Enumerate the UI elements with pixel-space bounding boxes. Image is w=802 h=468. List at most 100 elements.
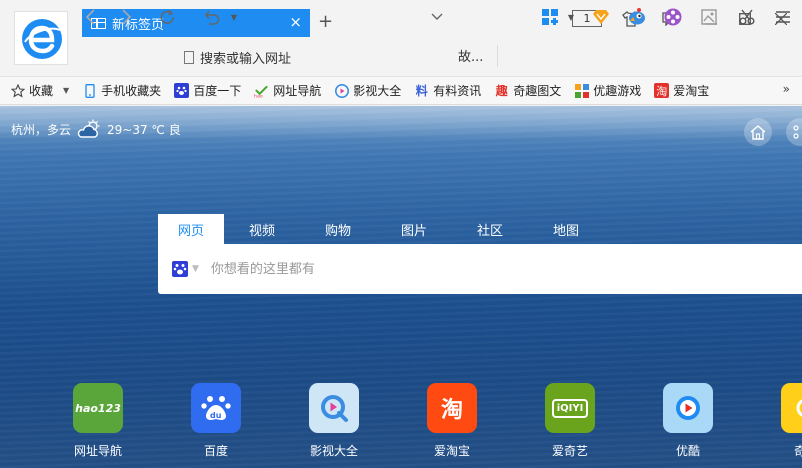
quick-link-video[interactable]: 影视大全 — [289, 383, 379, 459]
quick-link-hao123[interactable]: hao123 网址导航 — [53, 383, 143, 459]
undo-icon — [204, 11, 219, 25]
title-bar: 新标签页 × + 1 ▼ 搜索或输入网址 故... ▼ — [0, 0, 802, 74]
bookmark-label: 优趣游戏 — [593, 84, 642, 98]
image-tool-button[interactable] — [698, 6, 720, 28]
scissors-icon — [739, 9, 755, 25]
search-field: ▼ — [158, 244, 802, 294]
grid-dots-icon — [793, 125, 799, 139]
youku-icon — [663, 383, 713, 433]
quick-link-qiqu[interactable]: 奇趣 — [761, 383, 802, 459]
search-tab-video[interactable]: 视频 — [224, 214, 300, 244]
engine-dropdown-icon[interactable]: ▼ — [192, 264, 199, 274]
page-icon — [184, 50, 194, 64]
bookmark-label: 百度一下 — [193, 84, 242, 98]
back-button[interactable] — [80, 6, 100, 28]
quick-link-label: 爱淘宝 — [433, 444, 470, 458]
bookmark-favorites[interactable]: 收藏 ▼ — [10, 82, 69, 99]
apps-grid-icon — [542, 9, 558, 25]
search-engine-selector[interactable]: 故... — [458, 46, 483, 65]
bird-icon — [629, 11, 645, 25]
undo-dropdown-icon[interactable]: ▼ — [228, 6, 240, 28]
baidu-paw-icon[interactable] — [172, 261, 188, 277]
chevron-down-icon — [431, 13, 443, 20]
hao-icon: hao — [254, 83, 269, 98]
quick-link-youku[interactable]: 优酷 — [643, 383, 733, 459]
new-tab-button[interactable]: + — [318, 11, 333, 32]
quick-link-label: 优酷 — [675, 444, 700, 458]
refresh-icon — [160, 9, 174, 24]
film-reel-icon — [664, 8, 682, 26]
search-tabs: 网页 视频 购物 图片 社区 地图 — [158, 214, 604, 244]
search-tab-images[interactable]: 图片 — [376, 214, 452, 244]
quick-links: hao123 网址导航 du 百度 影视大全 淘 爱淘宝 iQIYI 爱奇艺 优… — [0, 383, 802, 468]
baidu-paw-icon — [174, 83, 190, 98]
qu-icon: 趣 — [495, 84, 508, 98]
bookmark-video[interactable]: 影视大全 — [334, 82, 401, 99]
bookmark-news[interactable]: 料 有料资讯 — [414, 82, 482, 99]
address-bar[interactable]: 搜索或输入网址 — [178, 40, 446, 74]
search-tab-community[interactable]: 社区 — [452, 214, 528, 244]
bird-extension-button[interactable] — [626, 6, 648, 28]
search-tab-map[interactable]: 地图 — [528, 214, 604, 244]
hao123-icon: hao123 — [73, 383, 123, 433]
search-input[interactable] — [210, 261, 631, 277]
svg-text:du: du — [210, 411, 222, 420]
bookmarks-more-button[interactable]: » — [783, 82, 790, 96]
taobao-icon: 淘 — [654, 83, 670, 98]
svg-text:hao: hao — [254, 93, 263, 97]
bookmark-qiqu[interactable]: 趣 奇趣图文 — [494, 82, 562, 99]
quick-link-label: 网址导航 — [73, 444, 122, 458]
undo-close-button[interactable] — [200, 6, 222, 28]
bookmark-hao-nav[interactable]: hao 网址导航 — [254, 82, 321, 99]
star-icon — [10, 83, 25, 98]
menu-button[interactable] — [772, 6, 794, 28]
quick-link-label: 影视大全 — [309, 444, 358, 458]
phone-icon — [82, 83, 97, 98]
address-input[interactable]: 搜索或输入网址 — [200, 48, 291, 67]
bookmark-label: 奇趣图文 — [513, 84, 562, 98]
address-dropdown-button[interactable] — [428, 6, 446, 28]
forward-arrow-icon — [122, 9, 132, 25]
hamburger-menu-icon — [776, 11, 790, 23]
game-icon — [574, 83, 589, 98]
home-button[interactable] — [744, 118, 772, 146]
bookmark-label: 收藏 — [29, 84, 54, 98]
search-box: 网页 视频 购物 图片 社区 地图 ▼ — [158, 214, 802, 294]
back-arrow-icon — [85, 9, 95, 25]
quick-link-label: 爱奇艺 — [551, 444, 588, 458]
vip-button[interactable] — [590, 6, 612, 28]
bookmark-label: 网址导航 — [273, 84, 322, 98]
bookmarks-bar: 收藏 ▼ 手机收藏夹 百度一下 hao 网址导航 影视大全 料 有料资讯 趣 奇… — [0, 76, 802, 105]
quick-link-baidu[interactable]: du 百度 — [171, 383, 261, 459]
quick-link-taobao[interactable]: 淘 爱淘宝 — [407, 383, 497, 459]
search-tab-shopping[interactable]: 购物 — [300, 214, 376, 244]
bookmark-taobao[interactable]: 淘 爱淘宝 — [654, 82, 709, 99]
app-center-button[interactable] — [540, 6, 560, 28]
bookmark-games[interactable]: 优趣游戏 — [574, 82, 641, 99]
weather-temperature: 29~37 ℃ 良 — [107, 122, 181, 137]
diamond-icon — [593, 10, 609, 24]
qiqu-icon — [781, 383, 802, 433]
weather-widget[interactable]: 杭州，多云 29~37 ℃ 良 — [11, 119, 181, 139]
news-icon: 料 — [415, 84, 428, 98]
bookmark-mobile-favorites[interactable]: 手机收藏夹 — [82, 82, 161, 99]
tab-close-icon[interactable]: × — [289, 14, 302, 31]
bookmark-label: 爱淘宝 — [673, 84, 710, 98]
video-app-icon — [309, 383, 359, 433]
home-icon — [750, 124, 766, 140]
app-center-dropdown-icon[interactable]: ▼ — [566, 6, 576, 28]
refresh-button[interactable] — [156, 6, 178, 28]
favorites-dropdown-icon[interactable]: ▼ — [63, 86, 69, 95]
bookmark-label: 有料资讯 — [433, 84, 482, 98]
video-extension-button[interactable] — [662, 6, 684, 28]
bookmark-baidu[interactable]: 百度一下 — [174, 82, 241, 99]
image-tool-icon — [701, 9, 717, 25]
search-tab-web[interactable]: 网页 — [158, 214, 224, 244]
forward-button[interactable] — [117, 6, 137, 28]
quick-link-label: 奇趣 — [793, 444, 802, 458]
screenshot-button[interactable] — [736, 6, 758, 28]
browser-logo[interactable] — [14, 11, 68, 65]
quick-link-iqiyi[interactable]: iQIYI 爱奇艺 — [525, 383, 615, 459]
baidu-icon: du — [191, 383, 241, 433]
new-tab-page: 杭州，多云 29~37 ℃ 良 网页 视频 购物 图片 社区 地图 ▼ 你想看的… — [0, 106, 802, 468]
